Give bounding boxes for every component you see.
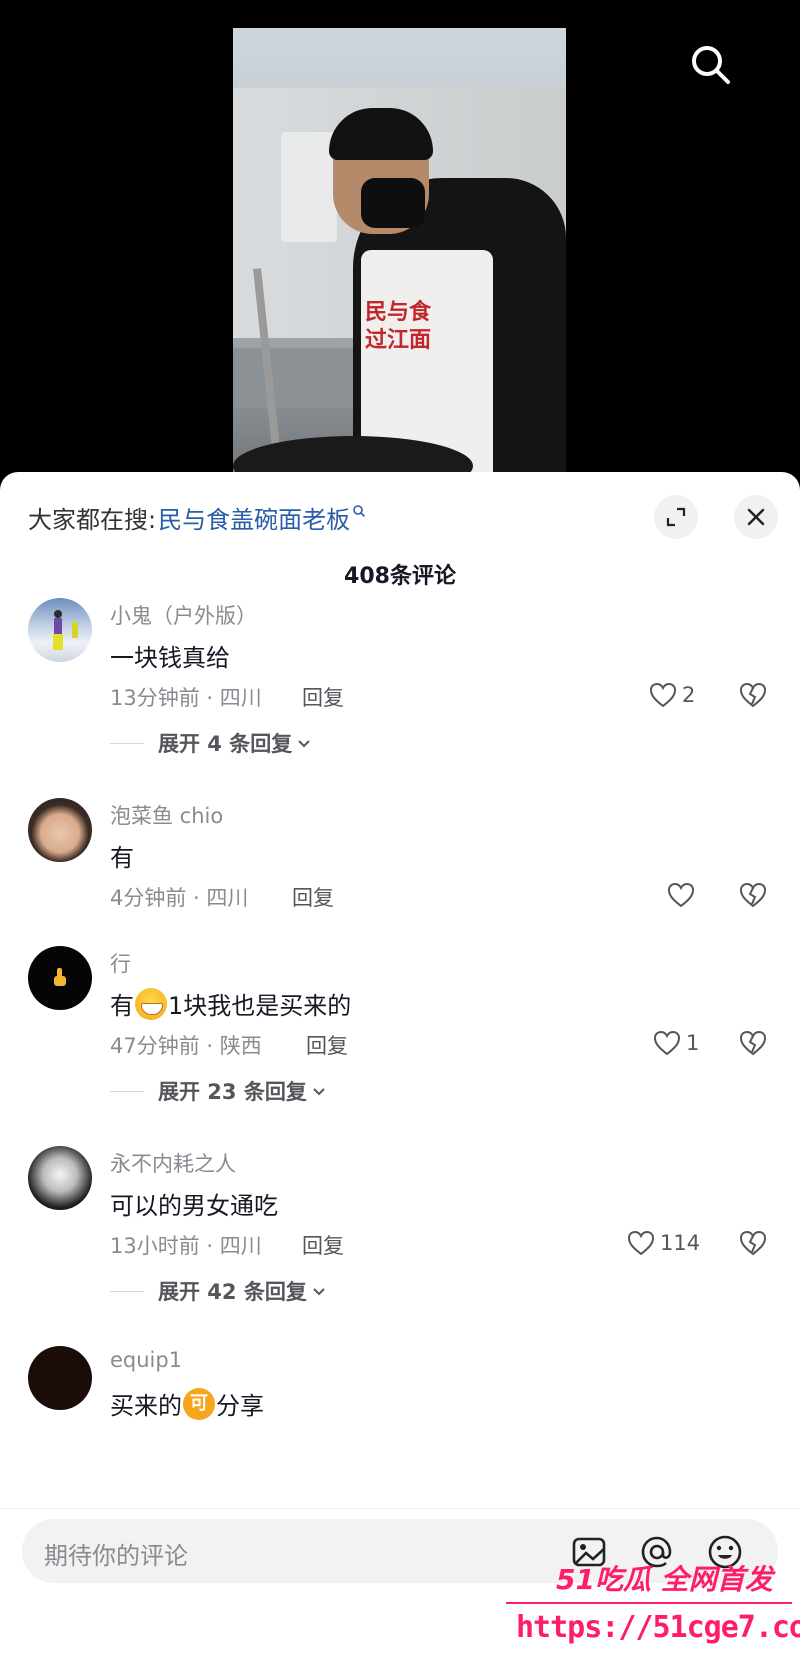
grin-emoji-icon — [135, 987, 167, 1020]
comment-text-part: 买来的 — [110, 1392, 182, 1420]
avatar[interactable] — [28, 1346, 92, 1410]
like-button[interactable] — [666, 880, 696, 910]
comment-text: 有 1块我也是买来的 — [110, 986, 351, 1021]
close-icon — [747, 508, 765, 526]
watermark: 51吃瓜 全网首发 https://51cge7.com — [500, 1556, 800, 1654]
search-icon — [692, 46, 730, 84]
broken-heart-icon — [739, 882, 767, 908]
expand-icon — [666, 507, 686, 527]
expand-replies-label: 展开 23 条回复 — [158, 1080, 307, 1104]
expand-replies-button[interactable]: 展开 4 条回复 — [110, 728, 312, 758]
ke-emoji-icon: 可 — [183, 1387, 215, 1420]
comment-count: 408条评论 — [344, 564, 456, 589]
expand-replies-button[interactable]: 展开 23 条回复 — [110, 1076, 327, 1106]
chevron-down-icon — [313, 1088, 325, 1096]
expand-replies-label: 展开 4 条回复 — [158, 732, 293, 756]
hot-search-term-link[interactable]: 民与食盖碗面老板 — [158, 500, 350, 535]
expand-replies-label: 展开 42 条回复 — [158, 1280, 307, 1304]
watermark-url: https://51cge7.com — [516, 1610, 800, 1645]
comment-username[interactable]: 行 — [110, 948, 131, 978]
avatar[interactable] — [28, 598, 92, 662]
chevron-down-icon — [313, 1288, 325, 1296]
hand-emoji-icon — [54, 968, 66, 986]
comment-meta: 4分钟前 · 四川 — [110, 886, 249, 910]
comment-text-part: 有 — [110, 992, 134, 1020]
reply-button[interactable]: 回复 — [292, 882, 334, 912]
comment-text: 一块钱真给 — [110, 644, 230, 672]
heart-icon — [653, 1030, 681, 1056]
comment-text-part: 分享 — [216, 1392, 264, 1420]
comment-text-part: 1块我也是买来的 — [168, 992, 352, 1020]
divider-line — [110, 742, 144, 744]
search-button[interactable] — [688, 42, 734, 88]
divider-line — [110, 1290, 144, 1292]
broken-heart-icon — [739, 1230, 767, 1256]
close-sheet-button[interactable] — [734, 495, 778, 539]
hot-search-prefix: 大家都在搜: — [28, 506, 157, 534]
expand-replies-button[interactable]: 展开 42 条回复 — [110, 1276, 327, 1306]
comment-input-placeholder: 期待你的评论 — [44, 1542, 188, 1570]
avatar[interactable] — [28, 798, 92, 862]
dislike-button[interactable] — [738, 1228, 768, 1258]
reply-button[interactable]: 回复 — [302, 682, 344, 712]
reply-button[interactable]: 回复 — [302, 1230, 344, 1260]
avatar[interactable] — [28, 1146, 92, 1210]
watermark-title: 51吃瓜 全网首发 — [556, 1563, 773, 1596]
heart-icon — [649, 682, 677, 708]
reply-button[interactable]: 回复 — [306, 1030, 348, 1060]
video-frame[interactable]: 民与食 过江面 — [233, 28, 566, 480]
dislike-button[interactable] — [738, 880, 768, 910]
like-count: 114 — [660, 1231, 701, 1255]
video-player[interactable]: 民与食 过江面 — [0, 0, 800, 480]
comment-username[interactable]: equip1 — [110, 1348, 182, 1372]
heart-icon — [667, 882, 695, 908]
small-search-icon — [353, 504, 366, 517]
comment-text: 可以的男女通吃 — [110, 1192, 278, 1220]
comment-meta: 13分钟前 · 四川 — [110, 686, 262, 710]
like-button[interactable]: 1 — [652, 1028, 699, 1058]
avatar-skier-icon — [53, 610, 78, 650]
heart-icon — [627, 1230, 655, 1256]
hot-search-bar: 大家都在搜: 民与食盖碗面老板 — [28, 500, 366, 535]
broken-heart-icon — [739, 682, 767, 708]
face-mask — [361, 178, 425, 228]
comment-username[interactable]: 小鬼（户外版） — [110, 600, 257, 630]
dislike-button[interactable] — [738, 1028, 768, 1058]
like-count: 2 — [682, 683, 696, 707]
comment-username[interactable]: 泡菜鱼 chio — [110, 800, 223, 830]
broken-heart-icon — [739, 1030, 767, 1056]
apron-logo-text: 民与食 过江面 — [365, 299, 432, 353]
watermark-divider — [506, 1602, 792, 1604]
comment-username[interactable]: 永不内耗之人 — [110, 1148, 236, 1178]
comments-sheet: 大家都在搜: 民与食盖碗面老板 408条评论 小鬼（户外版） 一块钱真给 13分… — [0, 472, 800, 1654]
dislike-button[interactable] — [738, 680, 768, 710]
expand-sheet-button[interactable] — [654, 495, 698, 539]
comment-meta: 13小时前 · 四川 — [110, 1234, 262, 1258]
chevron-down-icon — [298, 740, 310, 748]
like-button[interactable]: 2 — [648, 680, 695, 710]
comment-meta: 47分钟前 · 陕西 — [110, 1034, 262, 1058]
comment-text: 买来的 可 分享 — [110, 1386, 264, 1421]
like-count: 1 — [686, 1031, 700, 1055]
avatar[interactable] — [28, 946, 92, 1010]
like-button[interactable]: 114 — [626, 1228, 700, 1258]
divider-line — [110, 1090, 144, 1092]
comment-text: 有 — [110, 844, 134, 872]
